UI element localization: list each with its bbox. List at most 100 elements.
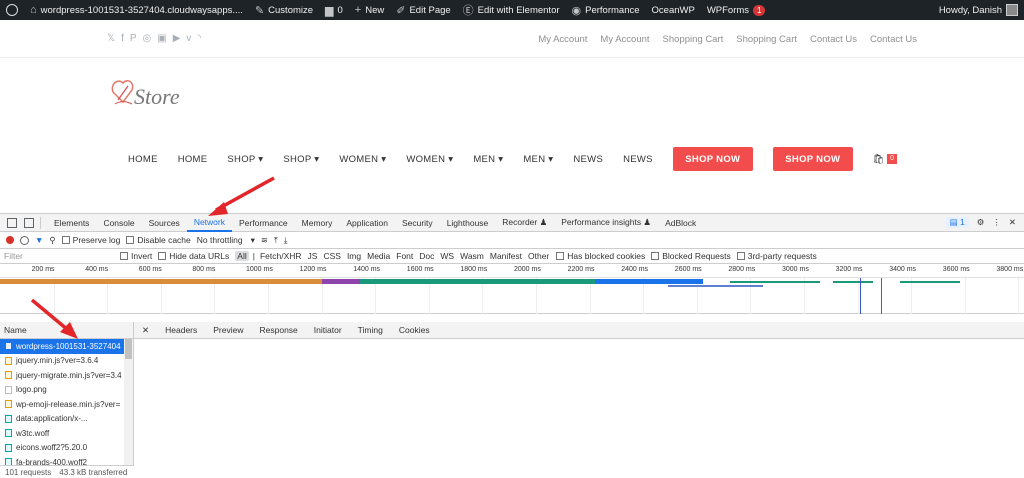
oceanwp-link[interactable]: OceanWP: [646, 0, 701, 20]
vimeo-icon[interactable]: v: [186, 33, 191, 44]
nav-item[interactable]: SHOP ▾: [227, 154, 263, 165]
facebook-icon[interactable]: f: [121, 33, 124, 44]
devtools-tab[interactable]: Performance: [232, 214, 295, 232]
detail-tab[interactable]: Response: [252, 325, 306, 335]
throttling-select[interactable]: No throttling ▾: [197, 235, 255, 246]
request-row[interactable]: jquery-migrate.min.js?ver=3.4: [0, 368, 133, 383]
wifi-conditions-icon[interactable]: ≋: [261, 235, 268, 246]
nav-item[interactable]: NEWS: [623, 154, 653, 165]
nav-item[interactable]: MEN ▾: [473, 154, 503, 165]
import-har-icon[interactable]: ⤒: [274, 235, 278, 246]
invert-checkbox[interactable]: Invert: [120, 251, 152, 261]
type-filter[interactable]: Fetch/XHR: [259, 251, 303, 261]
nav-item[interactable]: SHOP ▾: [283, 154, 319, 165]
detail-tab[interactable]: Initiator: [306, 325, 350, 335]
type-filter[interactable]: Other: [527, 251, 550, 261]
hide-data-urls-checkbox[interactable]: Hide data URLs: [158, 251, 229, 261]
settings-gear-icon[interactable]: ⚙: [977, 217, 985, 228]
cart-link[interactable]: 🛍 0: [873, 154, 898, 165]
type-filter[interactable]: Manifest: [489, 251, 523, 261]
top-link[interactable]: Contact Us: [810, 34, 857, 45]
device-toolbar-icon[interactable]: [24, 217, 34, 228]
top-link[interactable]: Shopping Cart: [663, 34, 724, 45]
type-filter[interactable]: All: [235, 251, 249, 261]
request-row[interactable]: eicons.woff2?5.20.0: [0, 441, 133, 456]
site-name-link[interactable]: ⌂ wordpress-1001531-3527404.cloudwaysapps…: [24, 0, 249, 20]
devtools-tab[interactable]: Elements: [47, 214, 96, 232]
devtools-tab[interactable]: Application: [339, 214, 395, 232]
issues-badge[interactable]: ▤ 1: [945, 217, 969, 228]
detail-tab[interactable]: Cookies: [391, 325, 438, 335]
nav-item[interactable]: HOME: [178, 154, 208, 165]
type-filter[interactable]: Img: [346, 251, 362, 261]
request-row[interactable]: data:application/x-...: [0, 412, 133, 427]
type-filter[interactable]: Doc: [418, 251, 435, 261]
type-filter[interactable]: Media: [366, 251, 391, 261]
devtools-tab[interactable]: Sources: [142, 214, 187, 232]
top-link[interactable]: Contact Us: [870, 34, 917, 45]
devtools-tab[interactable]: Console: [96, 214, 141, 232]
wpforms-link[interactable]: WPForms 1: [701, 0, 772, 20]
type-filter[interactable]: Font: [395, 251, 414, 261]
detail-tab[interactable]: Headers: [157, 325, 205, 335]
request-row[interactable]: jquery.min.js?ver=3.6.4: [0, 354, 133, 369]
wp-logo-menu[interactable]: [0, 0, 24, 20]
request-row[interactable]: wp-emoji-release.min.js?ver=: [0, 397, 133, 412]
request-list-scrollbar[interactable]: [124, 339, 133, 465]
instagram-icon[interactable]: ▣: [157, 33, 166, 44]
record-icon[interactable]: [6, 236, 14, 244]
top-link[interactable]: My Account: [600, 34, 649, 45]
devtools-tab[interactable]: Performance insights ♟: [554, 214, 658, 232]
devtools-tab[interactable]: Lighthouse: [440, 214, 496, 232]
request-row[interactable]: wordpress-1001531-3527404: [0, 339, 133, 354]
top-link[interactable]: My Account: [538, 34, 587, 45]
type-filter[interactable]: JS: [307, 251, 319, 261]
rss-icon[interactable]: ◝: [197, 33, 201, 44]
scrollbar-thumb[interactable]: [125, 339, 132, 359]
pinterest-icon[interactable]: P: [130, 33, 137, 44]
devtools-tab[interactable]: Security: [395, 214, 440, 232]
type-filter[interactable]: Wasm: [459, 251, 485, 261]
dribbble-icon[interactable]: ◎: [143, 33, 152, 44]
disable-cache-checkbox[interactable]: Disable cache: [126, 235, 191, 245]
nav-item[interactable]: MEN ▾: [523, 154, 553, 165]
blocked-cookies-checkbox[interactable]: Has blocked cookies: [556, 251, 645, 261]
performance-link[interactable]: ◉ Performance: [566, 0, 646, 20]
nav-item[interactable]: WOMEN ▾: [406, 154, 453, 165]
close-icon[interactable]: ✕: [1009, 217, 1016, 228]
export-har-icon[interactable]: ⤓: [284, 235, 288, 246]
twitter-icon[interactable]: 𝕏: [107, 33, 115, 44]
more-options-icon[interactable]: ⋮: [992, 217, 1001, 228]
nav-item[interactable]: WOMEN ▾: [339, 154, 386, 165]
third-party-checkbox[interactable]: 3rd-party requests: [736, 251, 817, 261]
request-row[interactable]: logo.png: [0, 383, 133, 398]
name-column-header[interactable]: Name: [0, 322, 133, 339]
comments-link[interactable]: ▆ 0: [319, 0, 349, 20]
account-menu[interactable]: Howdy, Danish: [939, 4, 1024, 16]
close-detail-icon[interactable]: ✕: [134, 325, 157, 336]
devtools-tab[interactable]: AdBlock: [658, 214, 703, 232]
blocked-requests-checkbox[interactable]: Blocked Requests: [651, 251, 731, 261]
customize-link[interactable]: ✎ Customize: [249, 0, 319, 20]
clear-icon[interactable]: [20, 235, 29, 245]
youtube-icon[interactable]: ▶: [173, 33, 181, 44]
devtools-tab[interactable]: Network: [186, 214, 232, 232]
shop-now-button[interactable]: SHOP NOW: [772, 147, 853, 171]
devtools-tab[interactable]: Recorder ♟: [495, 214, 554, 232]
site-logo[interactable]: Store: [108, 74, 198, 114]
detail-tab[interactable]: Timing: [350, 325, 391, 335]
request-row[interactable]: w3tc.woff: [0, 426, 133, 441]
type-filter[interactable]: CSS: [322, 251, 341, 261]
nav-item[interactable]: HOME: [128, 154, 158, 165]
devtools-tab[interactable]: Memory: [295, 214, 340, 232]
inspect-element-icon[interactable]: [7, 217, 17, 228]
search-icon[interactable]: ⚲: [49, 235, 55, 246]
elementor-link[interactable]: Ⓔ Edit with Elementor: [457, 0, 566, 20]
new-content-link[interactable]: + New: [349, 0, 390, 20]
filter-funnel-icon[interactable]: ▼: [35, 235, 43, 245]
top-link[interactable]: Shopping Cart: [736, 34, 797, 45]
edit-page-link[interactable]: ✐ Edit Page: [390, 0, 456, 20]
filter-input[interactable]: Filter: [4, 251, 114, 261]
preserve-log-checkbox[interactable]: Preserve log: [61, 235, 120, 245]
detail-tab[interactable]: Preview: [205, 325, 251, 335]
